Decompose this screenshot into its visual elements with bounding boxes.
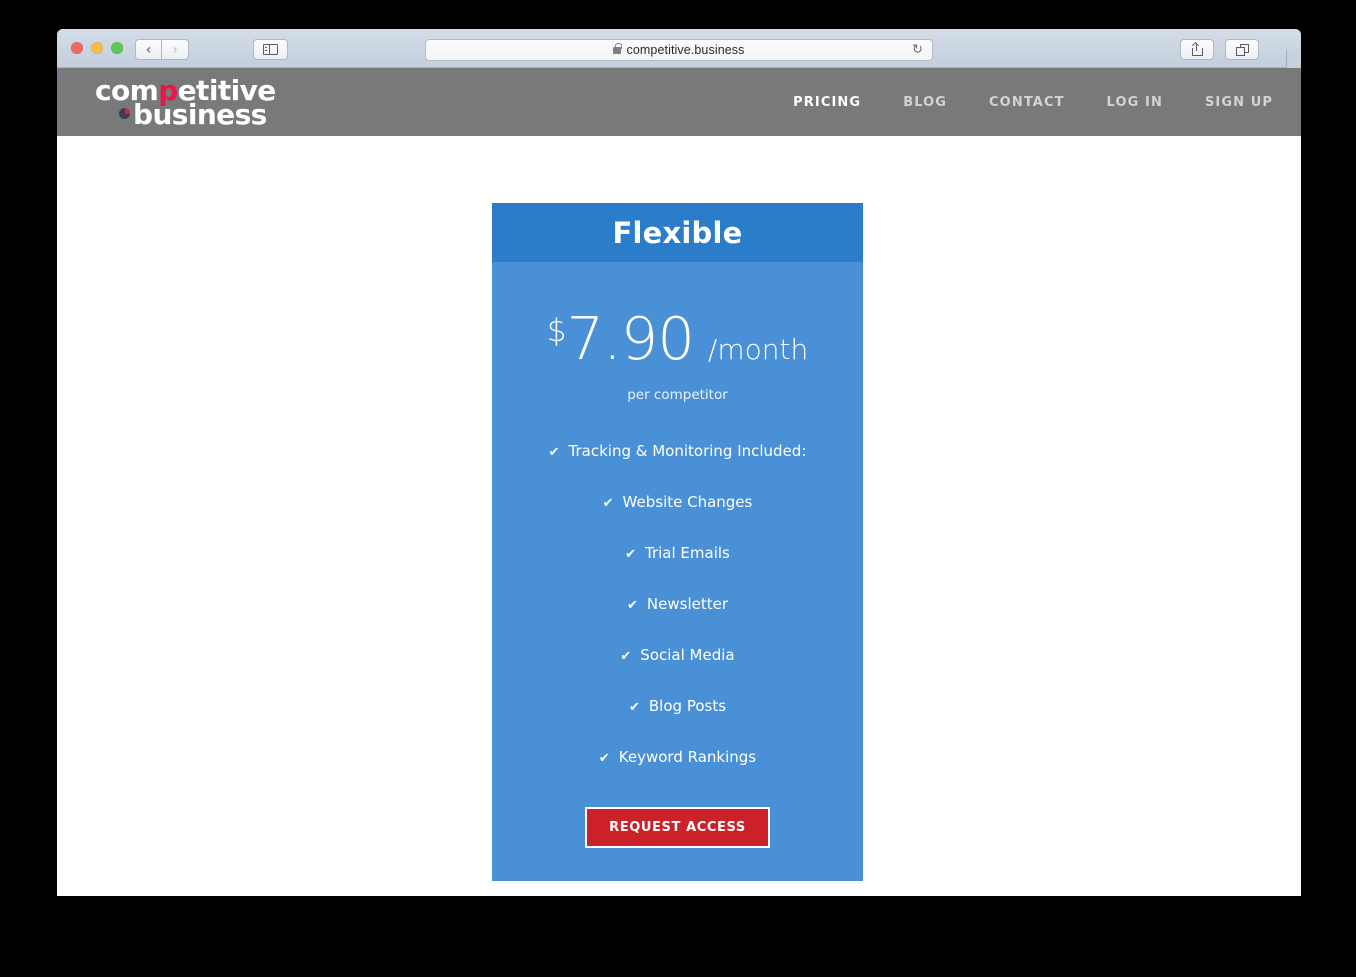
maximize-window-button[interactable] <box>111 42 123 54</box>
toolbar-right-buttons <box>1180 39 1259 60</box>
check-icon: ✔ <box>628 700 640 715</box>
logo-line-two: business <box>133 98 267 131</box>
pricing-card-header: Flexible <box>492 203 863 262</box>
price-per-unit: per competitor <box>627 387 728 403</box>
show-tabs-button[interactable] <box>1225 39 1259 60</box>
list-item: ✔ Blog Posts <box>492 697 863 715</box>
request-access-button[interactable]: REQUEST ACCESS <box>585 807 770 848</box>
browser-titlebar: ‹ › competitive.business ↻ <box>57 29 1301 91</box>
price-period: /month <box>707 333 809 366</box>
chevron-right-icon: › <box>172 41 178 58</box>
price-amount: 7.90 <box>566 304 695 373</box>
pricing-plan-title: Flexible <box>612 215 743 250</box>
nav-link-sign-up[interactable]: SIGN UP <box>1205 95 1273 110</box>
feature-list: ✔ Tracking & Monitoring Included: ✔ Websit… <box>492 442 863 766</box>
forward-button[interactable]: › <box>162 39 189 60</box>
feature-label: Blog Posts <box>648 697 727 715</box>
logo-dot-icon <box>119 108 130 119</box>
check-icon: ✔ <box>548 445 560 460</box>
close-window-button[interactable] <box>71 42 83 54</box>
back-button[interactable]: ‹ <box>135 39 162 60</box>
site-navigation-bar: competitive business PRICING BLOG CONTAC… <box>57 68 1301 136</box>
price-block: $ 7.90 /month per competitor <box>492 262 863 403</box>
nav-link-pricing[interactable]: PRICING <box>793 95 861 110</box>
pricing-card: Flexible $ 7.90 /month per competitor ✔ T… <box>492 203 863 881</box>
list-item: ✔ Keyword Rankings <box>492 748 863 766</box>
list-item: ✔ Website Changes <box>492 493 863 511</box>
check-icon: ✔ <box>627 598 638 613</box>
show-tabs-icon <box>1235 43 1249 56</box>
list-item: ✔ Trial Emails <box>492 544 863 562</box>
navigation-buttons: ‹ › <box>135 39 189 60</box>
check-icon: ✔ <box>620 649 632 664</box>
check-icon: ✔ <box>602 496 614 511</box>
address-bar[interactable]: competitive.business ↻ <box>425 39 933 61</box>
feature-label: Social Media <box>640 646 735 664</box>
page-content: competitive business PRICING BLOG CONTAC… <box>57 68 1301 896</box>
list-item: ✔ Social Media <box>492 646 863 664</box>
window-controls <box>71 42 123 54</box>
list-item: ✔ Tracking & Monitoring Included: <box>492 442 863 460</box>
chevron-left-icon: ‹ <box>145 41 152 58</box>
feature-label: Keyword Rankings <box>618 748 757 766</box>
cta-container: REQUEST ACCESS <box>492 807 863 848</box>
check-icon: ✔ <box>625 547 637 562</box>
reload-icon[interactable]: ↻ <box>912 43 923 58</box>
share-button[interactable] <box>1180 39 1214 60</box>
list-item: ✔ Newsletter <box>492 595 863 613</box>
feature-label: Tracking & Monitoring Included: <box>568 442 807 460</box>
sidebar-toggle-icon <box>263 43 278 56</box>
check-icon: ✔ <box>598 751 610 766</box>
minimize-window-button[interactable] <box>91 42 103 54</box>
nav-link-log-in[interactable]: LOG IN <box>1107 95 1163 110</box>
url-text: competitive.business <box>626 43 745 57</box>
site-nav-links: PRICING BLOG CONTACT LOG IN SIGN UP <box>793 95 1273 110</box>
share-icon <box>1191 43 1203 56</box>
nav-link-blog[interactable]: BLOG <box>903 95 947 110</box>
sidebar-toggle-button[interactable] <box>253 39 288 60</box>
feature-label: Newsletter <box>646 595 728 613</box>
nav-link-contact[interactable]: CONTACT <box>989 95 1065 110</box>
feature-label: Website Changes <box>622 493 753 511</box>
site-logo[interactable]: competitive business <box>95 77 276 131</box>
lock-icon <box>613 42 622 54</box>
browser-window: ‹ › competitive.business ↻ competitive b… <box>57 29 1301 896</box>
price-currency: $ <box>546 313 567 349</box>
price-row: $ 7.90 /month <box>547 304 808 373</box>
feature-label: Trial Emails <box>645 544 730 562</box>
